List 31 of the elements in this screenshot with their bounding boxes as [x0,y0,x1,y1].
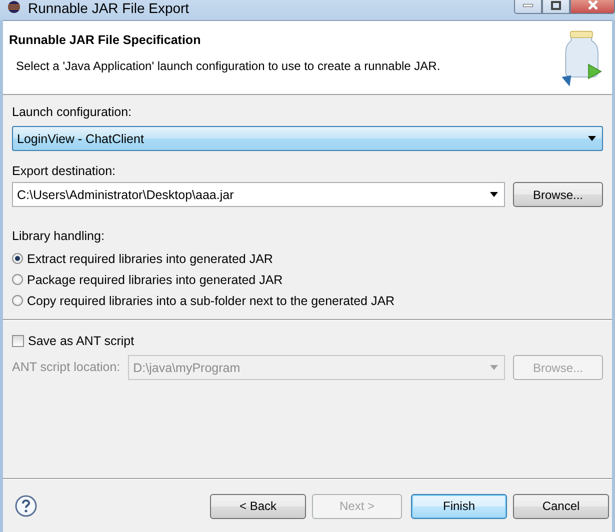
field-label: Export destination: [12,164,117,179]
close-icon[interactable] [586,0,598,10]
radio-label[interactable]: Package required libraries into generated JAR [27,272,283,286]
radio-label[interactable]: Copy required libraries into a sub-folder next to the generated JAR [27,294,395,308]
window-title: Runnable JAR File Export [28,0,190,16]
export-destination-field[interactable]: C:\Users\Administrator\Desktop\aaa.jar [12,182,505,207]
dropdown-arrow-icon[interactable] [490,192,498,197]
radio-button[interactable] [12,295,23,306]
help-icon[interactable] [15,495,37,517]
eclipse-icon [6,1,22,13]
minimize-icon[interactable] [523,4,533,6]
checkbox-label[interactable]: Save as ANT script [28,334,134,348]
radio-button[interactable] [12,253,23,264]
radio-label[interactable]: Extract required libraries into generated JAR [27,252,273,266]
launch-configuration-dropdown[interactable]: LoginView - ChatClient [12,126,603,151]
finish-button[interactable]: Finish [411,494,507,518]
checkbox[interactable] [12,334,24,346]
cancel-button[interactable]: Cancel [513,494,609,518]
maximize-icon[interactable] [551,0,561,10]
field-label: ANT script location: [12,360,120,375]
maximize-button[interactable] [542,0,570,14]
minimize-button[interactable] [514,0,542,14]
page-title: Runnable JAR File Specification [9,33,201,47]
dropdown-arrow-icon[interactable] [588,136,596,141]
back-button[interactable]: < Back [210,494,306,518]
page-description: Select a 'Java Application' launch configuration to use to create a runnable JAR. [16,59,440,73]
radio-button[interactable] [12,274,23,285]
close-button[interactable] [570,0,615,14]
browse-button[interactable]: Browse... [513,182,603,207]
field-label: Launch configuration: [12,105,133,120]
section-label: Library handling: [12,229,106,244]
